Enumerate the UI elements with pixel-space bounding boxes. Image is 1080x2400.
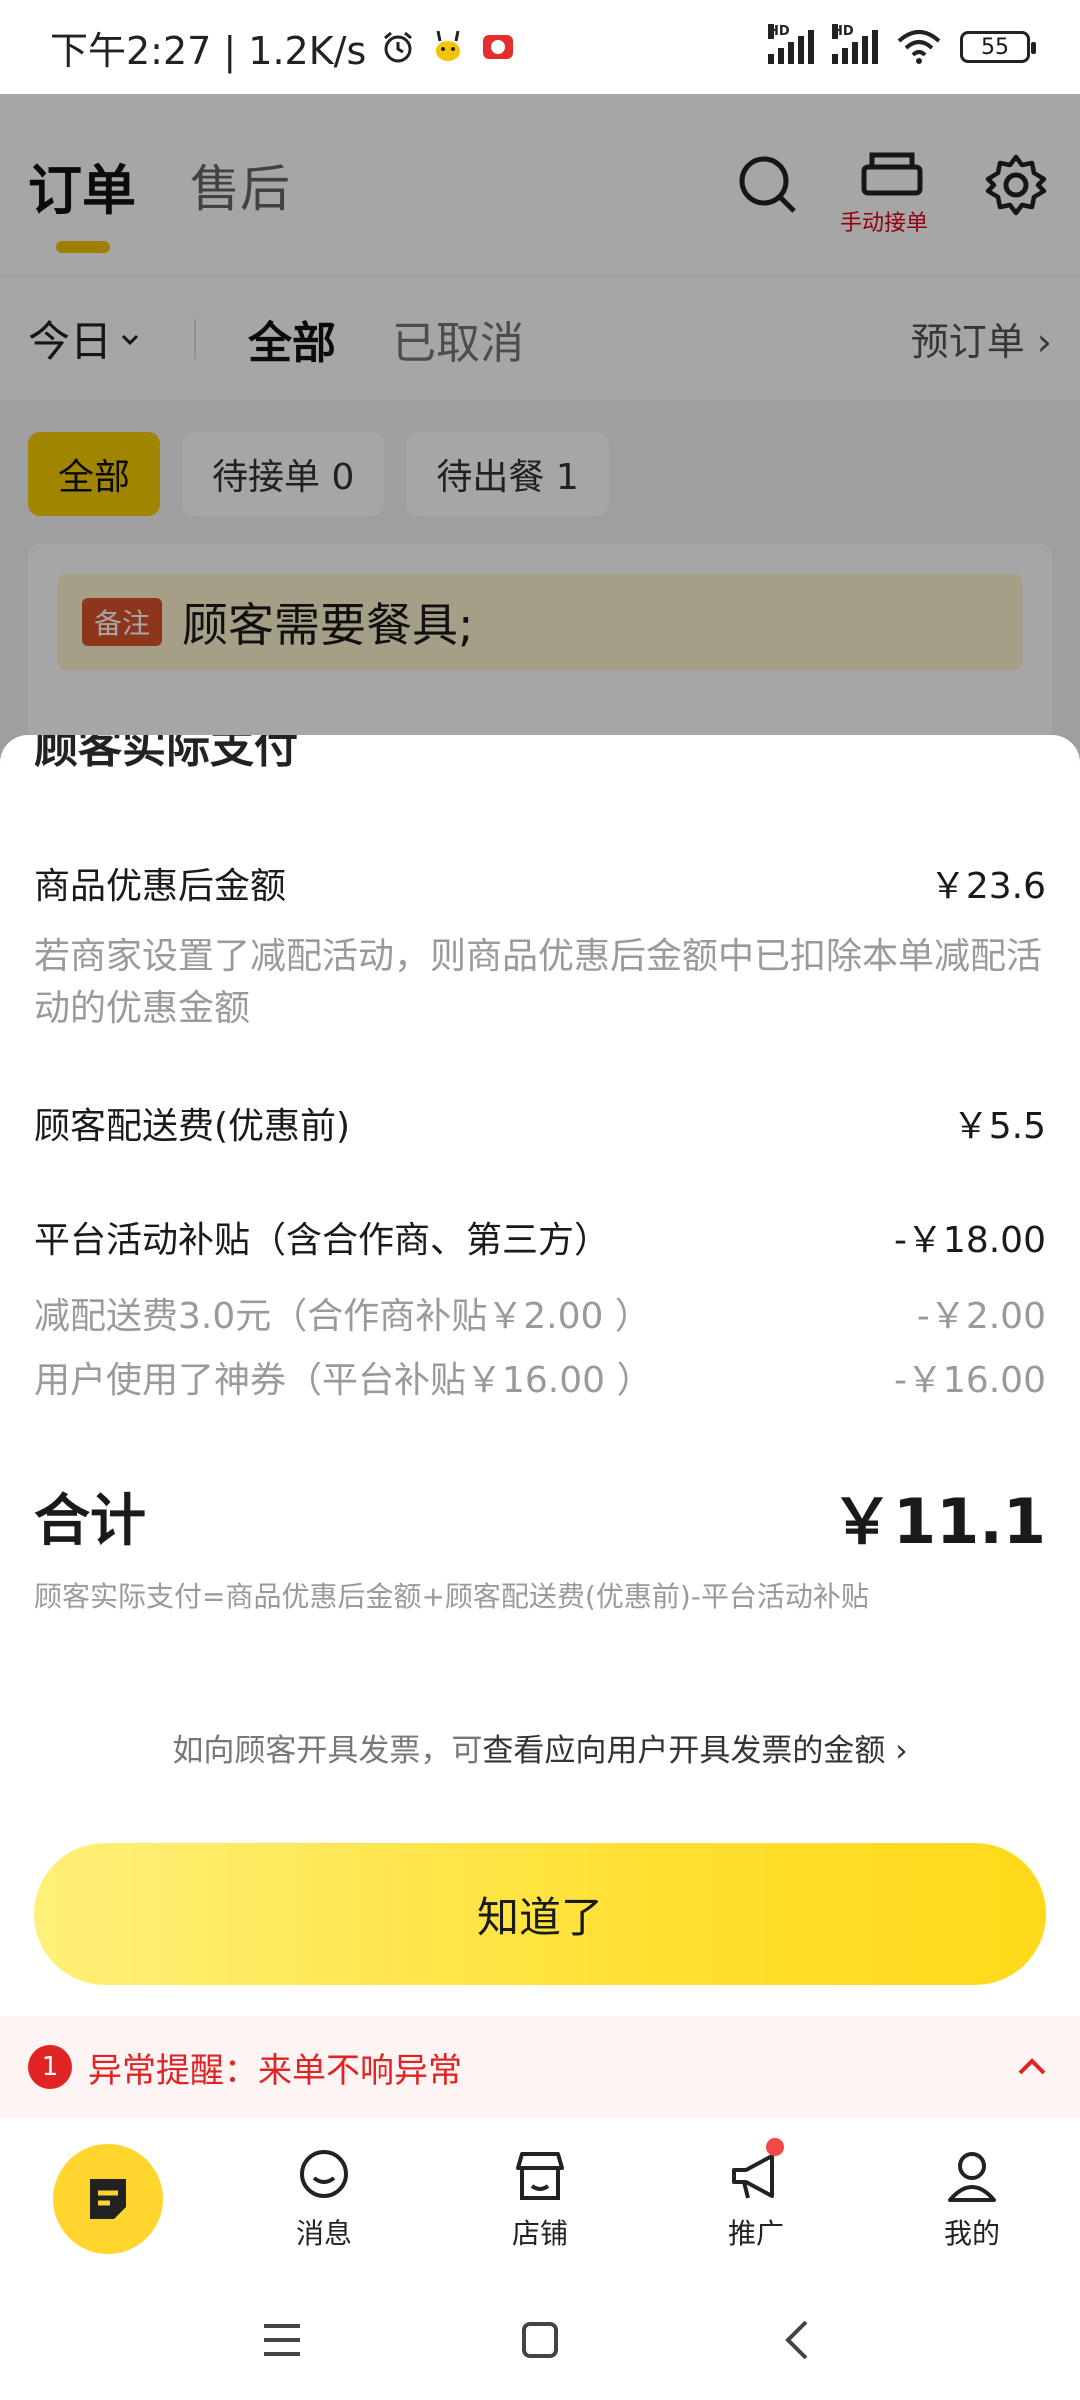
- subsidy-detail-label: 减配送费3.0元（合作商补贴￥2.00 ）: [34, 1296, 651, 1337]
- alert-count-badge: 1: [28, 2045, 72, 2089]
- tab-mine-label: 我的: [943, 2217, 1000, 2250]
- wifi-icon: [897, 30, 941, 64]
- battery-icon: 55: [960, 31, 1036, 63]
- cellular-signal-icon: HD: [768, 24, 814, 64]
- home-icon[interactable]: [516, 2316, 564, 2364]
- app-notification-icon: [436, 30, 461, 61]
- cellular-signal-icon: HD: [832, 24, 878, 64]
- invoice-hint-text: 如向顾客开具发票，可: [172, 1733, 483, 1769]
- store-icon: [516, 2152, 564, 2200]
- chevron-up-icon[interactable]: [1012, 2047, 1052, 2087]
- goods-amount-row: 商品优惠后金额 ￥23.6: [34, 857, 1046, 909]
- status-time: 下午2:27 | 1.2K/s: [50, 28, 367, 73]
- delivery-fee-value: ￥5.5: [952, 1106, 1046, 1147]
- orders-home-icon: [53, 2144, 163, 2254]
- goods-amount-label: 商品优惠后金额: [34, 866, 287, 907]
- total-formula: 顾客实际支付=商品优惠后金额+顾客配送费(优惠前)-平台活动补贴: [34, 1580, 869, 1613]
- alarm-icon: [384, 31, 413, 63]
- payment-details-sheet: 顾客实际支付 商品优惠后金额 ￥23.6 若商家设置了减配活动，则商品优惠后金额…: [0, 735, 1080, 2035]
- system-navigation-bar: [0, 2280, 1080, 2400]
- goods-amount-hint: 若商家设置了减配活动，则商品优惠后金额中已扣除本单减配活动的优惠金额: [34, 936, 1043, 1029]
- subsidy-detail-row: 用户使用了神券（平台补贴￥16.00 ） -￥16.00: [34, 1351, 1046, 1403]
- delivery-fee-row: 顾客配送费(优惠前) ￥5.5: [34, 1097, 1046, 1149]
- tab-promote[interactable]: 推广: [648, 2138, 864, 2252]
- back-icon[interactable]: [774, 2316, 822, 2364]
- goods-amount-value: ￥23.6: [929, 866, 1046, 907]
- menu-icon[interactable]: [258, 2316, 306, 2364]
- invoice-amount-link[interactable]: 查看应向用户开具发票的金额 ›: [482, 1733, 907, 1769]
- tab-mine[interactable]: 我的: [864, 2146, 1080, 2252]
- sheet-title: 顾客实际支付: [34, 735, 298, 773]
- platform-subsidy-value: -￥18.00: [893, 1220, 1046, 1261]
- total-label: 合计: [34, 1488, 146, 1554]
- alert-text: 异常提醒：来单不响异常: [88, 2050, 462, 2091]
- subsidy-detail-value: -￥2.00: [916, 1296, 1046, 1337]
- user-icon: [948, 2152, 996, 2202]
- chat-icon: [300, 2150, 348, 2198]
- exception-alert-bar[interactable]: 1 异常提醒：来单不响异常: [0, 2016, 1080, 2118]
- bottom-tab-bar: 消息 店铺 推广 我的: [0, 2118, 1080, 2280]
- platform-subsidy-row: 平台活动补贴（含合作商、第三方） -￥18.00: [34, 1211, 1046, 1263]
- tab-orders-home[interactable]: [0, 2144, 216, 2254]
- got-it-button[interactable]: 知道了: [34, 1843, 1046, 1985]
- subsidy-detail-value: -￥16.00: [893, 1360, 1046, 1401]
- tab-messages[interactable]: 消息: [216, 2146, 432, 2252]
- tab-store-label: 店铺: [511, 2217, 568, 2250]
- invoice-hint: 如向顾客开具发票，可查看应向用户开具发票的金额 ›: [0, 1725, 1080, 1770]
- platform-subsidy-label: 平台活动补贴（含合作商、第三方）: [34, 1220, 611, 1261]
- total-row: 合计 ￥11.1: [34, 1471, 1046, 1561]
- tab-store[interactable]: 店铺: [432, 2146, 648, 2252]
- delivery-fee-label: 顾客配送费(优惠前): [34, 1106, 351, 1147]
- subsidy-detail-label: 用户使用了神券（平台补贴￥16.00 ）: [34, 1360, 653, 1401]
- total-value: ￥11.1: [831, 1485, 1046, 1558]
- app-notification-icon: [483, 35, 514, 59]
- notification-dot: [766, 2138, 784, 2156]
- tab-promote-label: 推广: [727, 2217, 784, 2250]
- tab-messages-label: 消息: [295, 2217, 352, 2250]
- status-bar: 下午2:27 | 1.2K/s HD HD 55: [0, 0, 1080, 94]
- subsidy-detail-row: 减配送费3.0元（合作商补贴￥2.00 ） -￥2.00: [34, 1287, 1046, 1339]
